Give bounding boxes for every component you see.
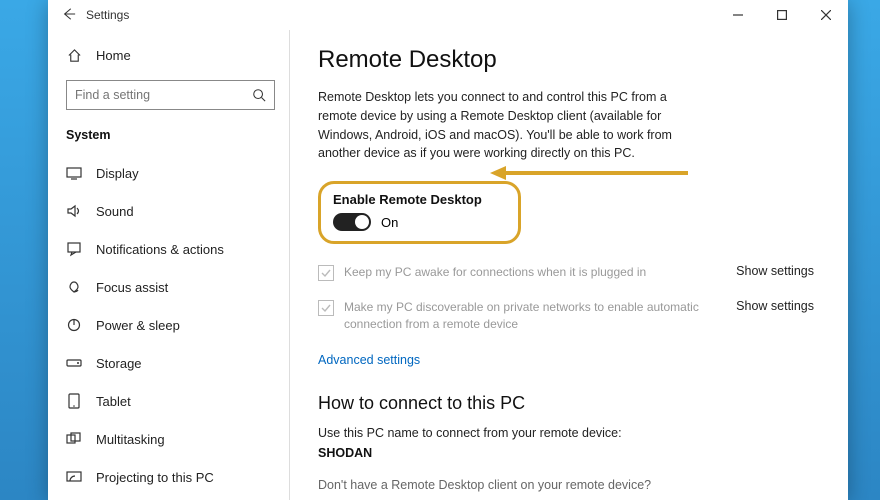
- arrow-left-icon: [62, 7, 76, 21]
- annotation-arrow-icon: [490, 166, 690, 180]
- sidebar-item-home[interactable]: Home: [66, 38, 275, 72]
- sidebar-item-label: Power & sleep: [96, 318, 180, 333]
- sidebar-item-label: Tablet: [96, 394, 131, 409]
- show-settings-link[interactable]: Show settings: [736, 299, 814, 313]
- notifications-icon: [66, 241, 82, 257]
- enable-remote-desktop-toggle[interactable]: [333, 213, 371, 231]
- projecting-icon: [66, 469, 82, 485]
- minimize-icon: [733, 10, 743, 20]
- sidebar-item-projecting[interactable]: Projecting to this PC: [66, 458, 275, 496]
- sidebar-item-label: Sound: [96, 204, 134, 219]
- titlebar: Settings: [48, 0, 848, 30]
- sidebar-item-label: Notifications & actions: [96, 242, 224, 257]
- checkbox-discoverable[interactable]: [318, 300, 334, 316]
- window-title: Settings: [86, 8, 129, 22]
- power-icon: [66, 317, 82, 333]
- home-label: Home: [96, 48, 131, 63]
- sidebar-item-display[interactable]: Display: [66, 154, 275, 192]
- option-text: Make my PC discoverable on private netwo…: [344, 299, 726, 333]
- check-icon: [320, 267, 332, 279]
- multitasking-icon: [66, 431, 82, 447]
- sidebar-item-notifications[interactable]: Notifications & actions: [66, 230, 275, 268]
- settings-window: Settings Home System: [48, 0, 848, 500]
- main-content: Remote Desktop Remote Desktop lets you c…: [290, 30, 848, 500]
- enable-remote-desktop-highlight: Enable Remote Desktop On: [318, 181, 521, 244]
- maximize-icon: [777, 10, 787, 20]
- tablet-icon: [66, 393, 82, 409]
- sidebar-item-sound[interactable]: Sound: [66, 192, 275, 230]
- show-settings-link[interactable]: Show settings: [736, 264, 814, 278]
- toggle-state: On: [381, 215, 398, 230]
- checkbox-keep-awake[interactable]: [318, 265, 334, 281]
- sidebar-nav: Display Sound Notifications & actions Fo…: [66, 154, 275, 500]
- search-icon: [252, 88, 266, 102]
- client-question: Don't have a Remote Desktop client on yo…: [318, 478, 814, 492]
- back-button[interactable]: [62, 7, 84, 24]
- page-title: Remote Desktop: [318, 46, 814, 74]
- storage-icon: [66, 355, 82, 371]
- option-text: Keep my PC awake for connections when it…: [344, 264, 726, 281]
- sidebar-item-focus-assist[interactable]: Focus assist: [66, 268, 275, 306]
- pc-name: SHODAN: [318, 446, 814, 460]
- sidebar-item-power-sleep[interactable]: Power & sleep: [66, 306, 275, 344]
- close-button[interactable]: [804, 0, 848, 30]
- sidebar-item-multitasking[interactable]: Multitasking: [66, 420, 275, 458]
- connect-subtext: Use this PC name to connect from your re…: [318, 426, 814, 440]
- search-input[interactable]: [75, 88, 252, 102]
- search-box[interactable]: [66, 80, 275, 110]
- sidebar: Home System Display Sound Notificatio: [48, 30, 290, 500]
- section-heading: System: [66, 128, 275, 142]
- option-keep-awake: Keep my PC awake for connections when it…: [318, 258, 814, 287]
- maximize-button[interactable]: [760, 0, 804, 30]
- sidebar-item-label: Projecting to this PC: [96, 470, 214, 485]
- advanced-settings-link[interactable]: Advanced settings: [318, 353, 420, 367]
- home-icon: [66, 48, 82, 63]
- sidebar-item-tablet[interactable]: Tablet: [66, 382, 275, 420]
- connect-heading: How to connect to this PC: [318, 393, 814, 414]
- option-discoverable: Make my PC discoverable on private netwo…: [318, 293, 814, 339]
- sound-icon: [66, 203, 82, 219]
- page-description: Remote Desktop lets you connect to and c…: [318, 88, 678, 163]
- minimize-button[interactable]: [716, 0, 760, 30]
- sidebar-item-storage[interactable]: Storage: [66, 344, 275, 382]
- sidebar-item-shared-experiences[interactable]: Shared experiences: [66, 496, 275, 500]
- sidebar-item-label: Storage: [96, 356, 142, 371]
- check-icon: [320, 302, 332, 314]
- sidebar-item-label: Display: [96, 166, 139, 181]
- close-icon: [821, 10, 831, 20]
- focus-assist-icon: [66, 279, 82, 295]
- toggle-label: Enable Remote Desktop: [333, 192, 482, 207]
- sidebar-item-label: Focus assist: [96, 280, 168, 295]
- display-icon: [66, 165, 82, 181]
- sidebar-item-label: Multitasking: [96, 432, 165, 447]
